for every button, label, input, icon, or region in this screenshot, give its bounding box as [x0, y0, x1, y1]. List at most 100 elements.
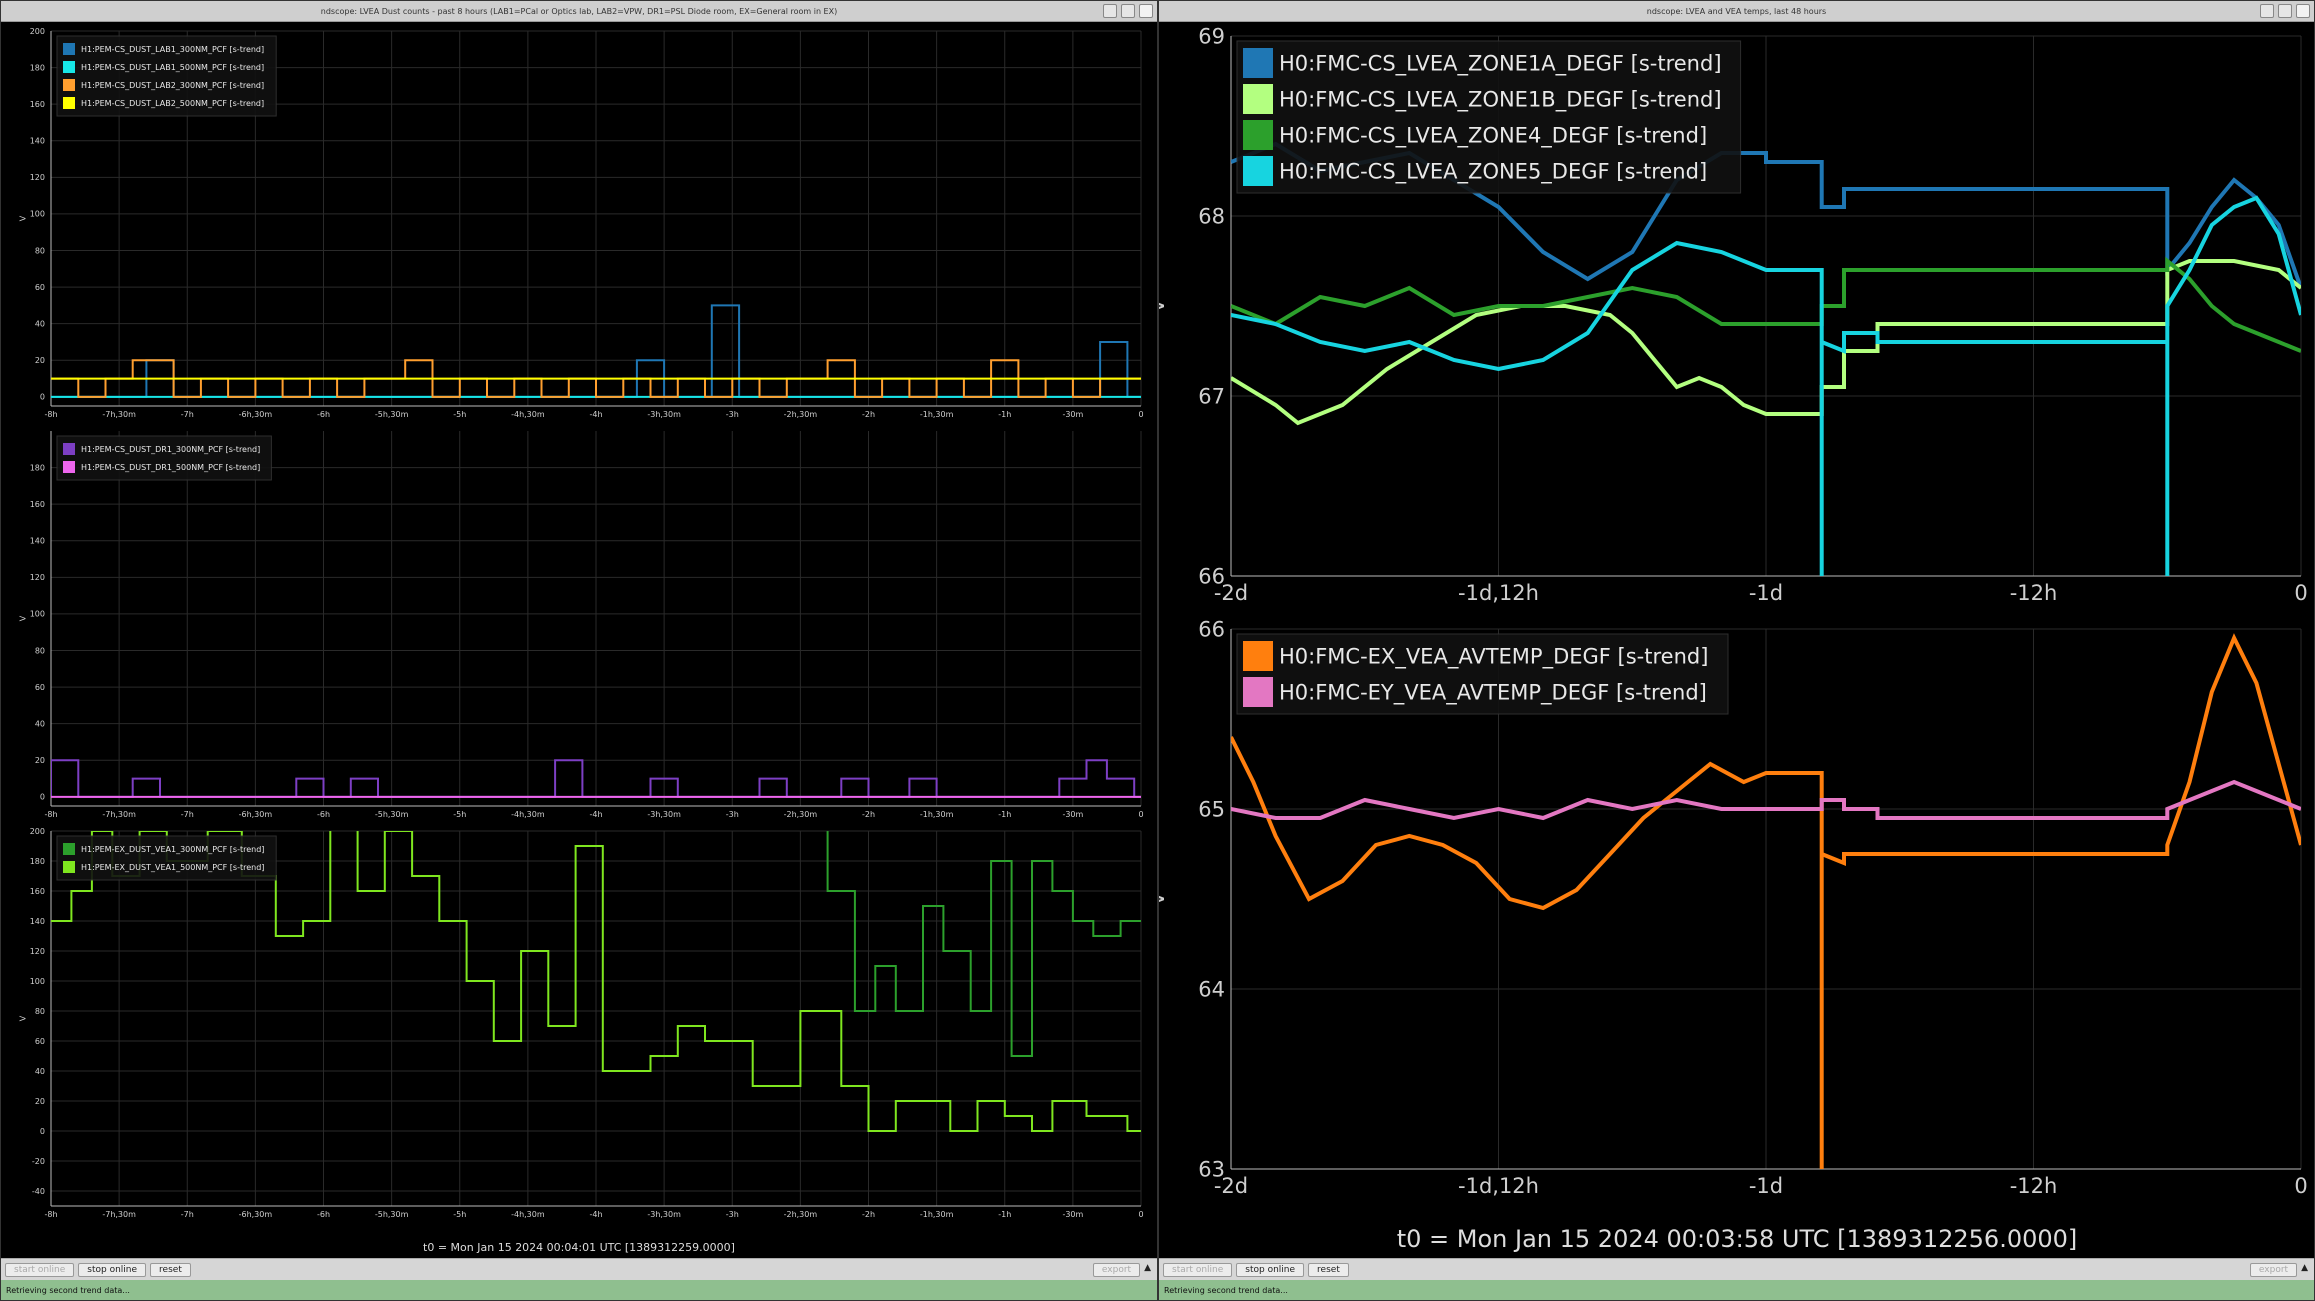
minimize-button[interactable]: [1103, 4, 1117, 18]
y-tick-label: 140: [30, 137, 45, 146]
close-button[interactable]: [2296, 4, 2310, 18]
x-tick-label: -5h: [453, 1210, 466, 1219]
x-tick-label: -5h,30m: [375, 810, 409, 819]
x-tick-label: -3h: [726, 810, 739, 819]
legend: H0:FMC-EX_VEA_AVTEMP_DEGF [s-trend] H0:FM…: [1236, 633, 1729, 715]
x-tick-label: -7h,30m: [102, 1210, 136, 1219]
y-tick-label: 0: [40, 1127, 45, 1136]
export-button[interactable]: export: [1092, 1263, 1141, 1277]
stop-online-button[interactable]: stop online: [78, 1262, 147, 1277]
y-tick-label: 140: [30, 917, 45, 926]
y-tick-label: 200: [30, 27, 45, 36]
legend-entry: H0:FMC-EX_VEA_AVTEMP_DEGF [s-trend]: [1279, 644, 1708, 669]
left-plots-svg[interactable]: -8h -7h,30m -7h -6h,30m -6h -5h,30m -5h -4h,30m…: [1, 21, 1157, 1260]
y-axis-label: V: [1159, 891, 1169, 906]
legend-entry: H1:PEM-CS_DUST_LAB1_300NM_PCF [s-trend]: [81, 45, 264, 54]
left-window-title: ndscope: LVEA Dust counts - past 8 hours…: [320, 6, 838, 16]
x-tick-label: -1h,30m: [920, 1210, 954, 1219]
left-scope-window: ndscope: LVEA Dust counts - past 8 hours…: [0, 0, 1158, 1301]
legend: H1:PEM-EX_DUST_VEA1_300NM_PCF [s-trend] H…: [56, 835, 277, 881]
x-tick-label: -1d: [1749, 581, 1783, 605]
legend: H1:PEM-CS_DUST_DR1_300NM_PCF [s-trend] H1…: [56, 435, 272, 481]
x-tick-label: -6h,30m: [239, 1210, 273, 1219]
reset-button[interactable]: reset: [150, 1262, 191, 1277]
reset-button[interactable]: reset: [1308, 1262, 1349, 1277]
x-tick-label: -3h,30m: [647, 810, 681, 819]
menu-arrow-icon[interactable]: ▲: [1144, 1263, 1151, 1277]
legend-box: [56, 835, 277, 881]
x-tick-label: -7h,30m: [102, 810, 136, 819]
chart-lvea_temps: -2d-1d,12h-1d-12h066676869VH0:FMC-CS_LVE…: [1159, 24, 2308, 605]
legend-entry: H1:PEM-CS_DUST_LAB2_500NM_PCF [s-trend]: [81, 99, 264, 108]
stop-online-button[interactable]: stop online: [1236, 1262, 1305, 1277]
legend-box: [56, 435, 272, 481]
x-tick-label: -6h,30m: [239, 410, 273, 419]
legend-entry: H1:PEM-CS_DUST_LAB1_500NM_PCF [s-trend]: [81, 63, 264, 72]
start-online-button[interactable]: start online: [1163, 1262, 1233, 1277]
right-plots-svg[interactable]: -2d-1d,12h-1d-12h066676869VH0:FMC-CS_LVE…: [1159, 21, 2314, 1260]
close-button[interactable]: [1139, 4, 1153, 18]
x-tick-label: -1d,12h: [1458, 581, 1539, 605]
x-tick-label: -1d,12h: [1458, 1174, 1539, 1198]
t0-label: t0 = Mon Jan 15 2024 00:03:58 UTC [13893…: [1397, 1225, 2078, 1253]
legend-entry: H0:FMC-EY_VEA_AVTEMP_DEGF [s-trend]: [1279, 680, 1707, 705]
left-window-titlebar[interactable]: ndscope: LVEA Dust counts - past 8 hours…: [1, 1, 1157, 22]
legend-entry: H1:PEM-CS_DUST_DR1_500NM_PCF [s-trend]: [81, 463, 260, 472]
y-tick-label: 0: [40, 393, 45, 402]
minimize-button[interactable]: [2260, 4, 2274, 18]
y-tick-label: 60: [35, 283, 45, 292]
legend-entry: H0:FMC-CS_LVEA_ZONE4_DEGF [s-trend]: [1279, 123, 1707, 148]
y-axis-label: V: [1159, 298, 1169, 313]
maximize-button[interactable]: [2278, 4, 2292, 18]
y-tick-label: 40: [35, 319, 45, 328]
export-button[interactable]: export: [2249, 1263, 2298, 1277]
legend-entry: H1:PEM-EX_DUST_VEA1_500NM_PCF [s-trend]: [81, 863, 264, 872]
x-tick-label: -30m: [1062, 810, 1083, 819]
x-tick-label: -1h: [998, 410, 1011, 419]
legend-swatch: [63, 61, 75, 73]
y-tick-label: -40: [32, 1187, 45, 1196]
y-tick-label: 40: [35, 1067, 45, 1076]
menu-arrow-icon[interactable]: ▲: [2301, 1263, 2308, 1277]
x-tick-label: -4h: [589, 1210, 602, 1219]
maximize-button[interactable]: [1121, 4, 1135, 18]
y-tick-label: 66: [1198, 564, 1225, 588]
legend-entry: H1:PEM-CS_DUST_LAB2_300NM_PCF [s-trend]: [81, 81, 264, 90]
chart-dust_ex: -8h -7h,30m -7h -6h,30m -6h -5h,30m -5h -4h,30m…: [18, 827, 1143, 1219]
y-tick-label: 65: [1198, 797, 1225, 821]
y-tick-label: 160: [30, 500, 45, 509]
y-tick-label: 120: [30, 947, 45, 956]
x-tick-label: -4h,30m: [511, 410, 545, 419]
x-tick-label: -5h,30m: [375, 410, 409, 419]
y-tick-label: 80: [35, 246, 45, 255]
x-tick-label: -1d: [1749, 1174, 1783, 1198]
t0-label: t0 = Mon Jan 15 2024 00:04:01 UTC [13893…: [423, 1241, 735, 1254]
y-tick-label: 120: [30, 173, 45, 182]
x-tick-label: -6h,30m: [239, 810, 273, 819]
right-window-titlebar[interactable]: ndscope: LVEA and VEA temps, last 48 hou…: [1159, 1, 2314, 22]
legend: H1:PEM-CS_DUST_LAB1_300NM_PCF [s-trend] H…: [56, 35, 277, 117]
y-tick-label: 40: [35, 719, 45, 728]
x-tick-label: 0: [2294, 581, 2307, 605]
left-plot-area[interactable]: -8h -7h,30m -7h -6h,30m -6h -5h,30m -5h -4h,30m…: [1, 21, 1157, 1258]
legend-swatch: [63, 861, 75, 873]
chart-dust_lab: -8h -7h,30m -7h -6h,30m -6h -5h,30m -5h -4h,30m…: [18, 27, 1143, 419]
legend-swatch: [63, 461, 75, 473]
chart-vea_temps: -2d-1d,12h-1d-12h063646566VH0:FMC-EX_VEA…: [1159, 617, 2308, 1198]
x-tick-label: -30m: [1062, 1210, 1083, 1219]
x-tick-label: 0: [2294, 1174, 2307, 1198]
y-tick-label: 80: [35, 1007, 45, 1016]
x-tick-label: -2h: [862, 1210, 875, 1219]
x-tick-label: -4h: [589, 410, 602, 419]
y-tick-label: 0: [40, 793, 45, 802]
x-tick-label: -3h,30m: [647, 410, 681, 419]
y-tick-label: 20: [35, 356, 45, 365]
y-tick-label: 200: [30, 827, 45, 836]
y-tick-label: 60: [35, 1037, 45, 1046]
start-online-button[interactable]: start online: [5, 1262, 75, 1277]
legend-swatch: [1243, 84, 1273, 114]
y-tick-label: 64: [1198, 977, 1225, 1001]
left-status-bar: Retrieving second trend data...: [1, 1280, 1157, 1300]
right-plot-area[interactable]: -2d-1d,12h-1d-12h066676869VH0:FMC-CS_LVE…: [1159, 21, 2314, 1258]
y-tick-label: 69: [1198, 24, 1225, 48]
